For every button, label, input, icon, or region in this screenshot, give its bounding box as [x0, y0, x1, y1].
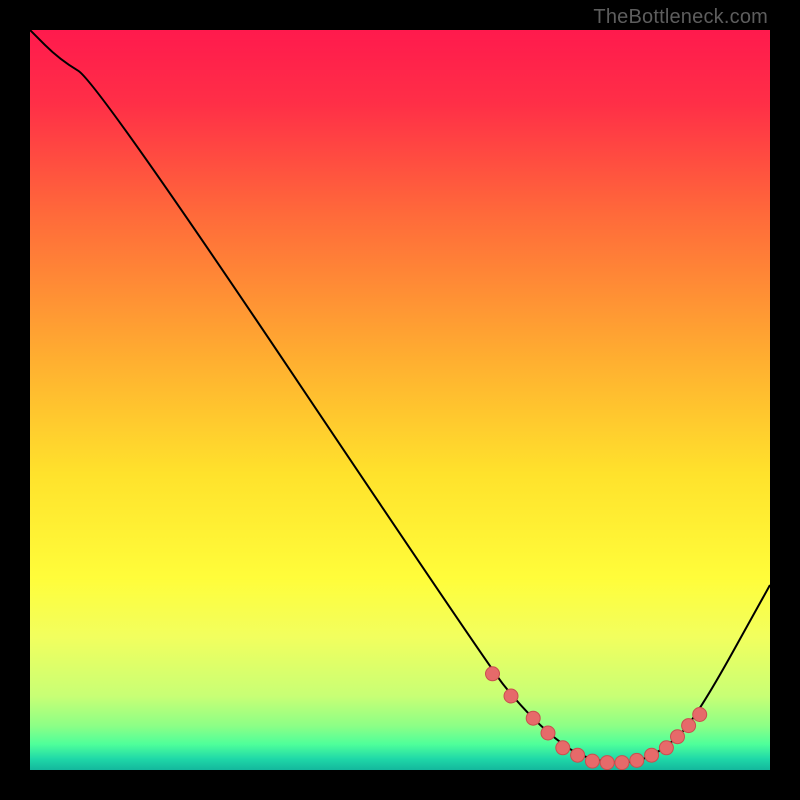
gradient-background	[30, 30, 770, 770]
highlight-dot	[671, 730, 685, 744]
highlight-dot	[486, 667, 500, 681]
highlight-dot	[600, 756, 614, 770]
highlight-dot	[693, 708, 707, 722]
chart-frame: TheBottleneck.com	[0, 0, 800, 800]
highlight-dot	[585, 754, 599, 768]
highlight-dot	[556, 741, 570, 755]
chart-svg	[30, 30, 770, 770]
highlight-dot	[682, 719, 696, 733]
highlight-dot	[504, 689, 518, 703]
attribution-label: TheBottleneck.com	[593, 6, 768, 29]
highlight-dot	[541, 726, 555, 740]
highlight-dot	[630, 753, 644, 767]
highlight-dot	[615, 756, 629, 770]
highlight-dot	[571, 748, 585, 762]
highlight-dot	[659, 741, 673, 755]
plot-area	[30, 30, 770, 770]
highlight-dot	[526, 711, 540, 725]
highlight-dot	[645, 748, 659, 762]
